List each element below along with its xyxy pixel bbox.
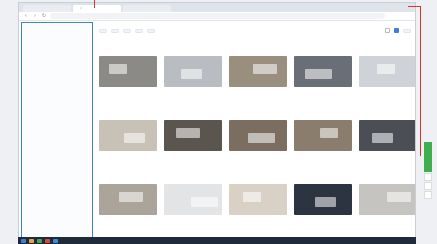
template-grid [99, 56, 415, 239]
grid-view-icon[interactable] [394, 28, 399, 33]
card-rating-row [294, 157, 352, 159]
card-rating-row [359, 93, 415, 95]
template-card[interactable] [99, 184, 157, 239]
thumbnail-object [243, 192, 261, 202]
card-rating-row [294, 93, 352, 95]
address-bar: ‹ › ↻ [19, 12, 415, 21]
thumbnail-object [320, 128, 338, 138]
template-card[interactable] [359, 56, 415, 113]
app-icon[interactable] [37, 238, 42, 243]
card-rating-row [294, 221, 352, 223]
thumbnail-object [124, 133, 145, 143]
card-rating-row [99, 93, 157, 95]
thumbnail-object [372, 133, 393, 143]
card-rating-row [164, 93, 222, 95]
list-view-icon[interactable] [385, 28, 390, 33]
thumbnail-object [176, 128, 200, 138]
card-thumbnail[interactable] [164, 184, 222, 215]
annotation-line [94, 0, 95, 8]
card-thumbnail[interactable] [99, 120, 157, 151]
template-card[interactable] [99, 56, 157, 113]
rail-button[interactable] [424, 191, 432, 199]
thumbnail-object [109, 64, 127, 74]
card-rating-row [99, 157, 157, 159]
card-rating-row [164, 221, 222, 223]
card-thumbnail[interactable] [359, 120, 415, 151]
template-card[interactable] [359, 184, 415, 239]
template-card[interactable] [359, 120, 415, 177]
right-rail [424, 142, 432, 208]
card-thumbnail[interactable] [99, 184, 157, 215]
app-icon[interactable] [53, 238, 58, 243]
close-icon[interactable]: × [80, 6, 82, 10]
rail-button[interactable] [424, 173, 432, 181]
browser-tab-active[interactable]: × [73, 5, 121, 12]
card-thumbnail[interactable] [294, 56, 352, 87]
filter-bar [99, 28, 411, 33]
thumbnail-object [181, 69, 202, 79]
template-card[interactable] [164, 120, 222, 177]
thumbnail-object [387, 192, 411, 202]
filter-dropdown[interactable] [135, 28, 143, 33]
thumbnail-object [305, 69, 332, 79]
card-rating-row [359, 221, 415, 223]
card-rating-row [229, 93, 287, 95]
tab-bar: × [19, 3, 415, 12]
card-thumbnail[interactable] [229, 184, 287, 215]
category-sidebar [21, 22, 93, 239]
template-card[interactable] [229, 184, 287, 239]
card-rating-row [229, 157, 287, 159]
card-rating-row [99, 221, 157, 223]
filter-dropdown[interactable] [123, 28, 131, 33]
browser-window: × ‹ › ↻ [18, 2, 416, 240]
app-icon[interactable] [29, 238, 34, 243]
filter-dropdown[interactable] [147, 28, 155, 33]
card-thumbnail[interactable] [359, 56, 415, 87]
url-input[interactable] [50, 13, 385, 19]
rail-button[interactable] [424, 182, 432, 190]
card-thumbnail[interactable] [294, 184, 352, 215]
browser-tab[interactable] [123, 5, 171, 12]
thumbnail-object [191, 197, 218, 207]
card-thumbnail[interactable] [294, 120, 352, 151]
app-icon[interactable] [45, 238, 50, 243]
card-thumbnail[interactable] [229, 120, 287, 151]
template-card[interactable] [229, 56, 287, 113]
card-thumbnail[interactable] [164, 56, 222, 87]
sort-dropdown[interactable] [403, 28, 411, 33]
card-rating-row [229, 221, 287, 223]
template-card[interactable] [294, 56, 352, 113]
thumbnail-object [253, 64, 277, 74]
filter-dropdown[interactable] [111, 28, 119, 33]
template-card[interactable] [99, 120, 157, 177]
template-card[interactable] [164, 184, 222, 239]
annotation-line [408, 6, 420, 7]
filter-dropdown[interactable] [99, 28, 107, 33]
browser-tab[interactable] [23, 5, 71, 12]
thumbnail-object [119, 192, 143, 202]
back-icon[interactable]: ‹ [23, 13, 29, 19]
main-content [99, 22, 415, 239]
template-card[interactable] [294, 120, 352, 177]
thumbnail-object [315, 197, 336, 207]
card-thumbnail[interactable] [164, 120, 222, 151]
forward-icon[interactable]: › [32, 13, 38, 19]
card-rating-row [359, 157, 415, 159]
card-thumbnail[interactable] [229, 56, 287, 87]
start-icon[interactable] [21, 238, 26, 243]
card-thumbnail[interactable] [99, 56, 157, 87]
card-thumbnail[interactable] [359, 184, 415, 215]
annotation-line [420, 6, 421, 156]
rail-label[interactable] [424, 142, 432, 172]
reload-icon[interactable]: ↻ [41, 13, 47, 19]
os-taskbar [18, 237, 416, 244]
thumbnail-object [377, 64, 395, 74]
template-card[interactable] [164, 56, 222, 113]
template-card[interactable] [229, 120, 287, 177]
card-rating-row [164, 157, 222, 159]
template-card[interactable] [294, 184, 352, 239]
thumbnail-object [248, 133, 275, 143]
